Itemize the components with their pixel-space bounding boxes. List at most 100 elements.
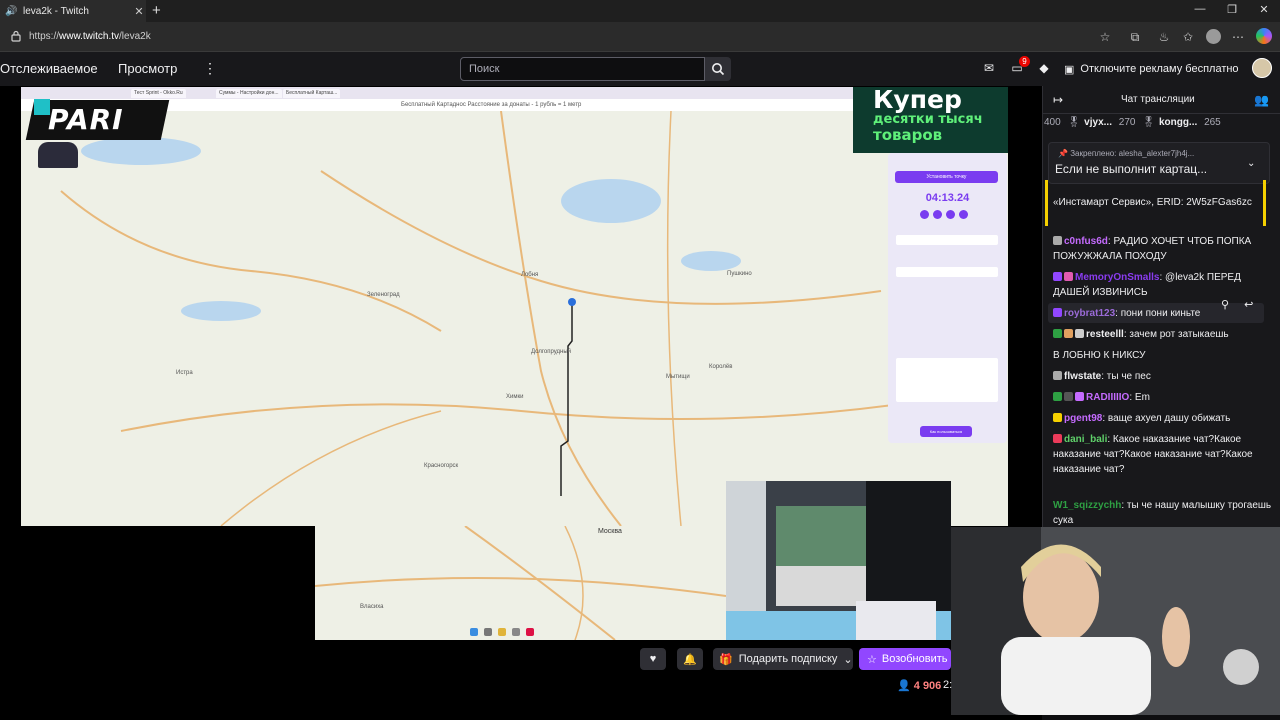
- nav-following[interactable]: Отслеживаемое: [0, 61, 98, 76]
- close-tab-icon[interactable]: ✕: [132, 5, 146, 18]
- user-avatar[interactable]: [1252, 58, 1272, 78]
- tab-title: leva2k - Twitch: [23, 5, 89, 17]
- chat-message: c0nfus6d: РАДИО ХОЧЕТ ЧТОБ ПОПКА ПОЖУЖЖА…: [1053, 236, 1252, 262]
- browser-tab[interactable]: 🔊 leva2k - Twitch ✕: [0, 0, 146, 22]
- extensions-icon[interactable]: ⧉: [1127, 29, 1143, 45]
- chat-title: Чат трансляции: [1121, 94, 1195, 105]
- captured-tab: Суммы - Настройки дон...: [216, 89, 282, 98]
- chat-username[interactable]: roybrat123: [1064, 308, 1115, 319]
- chat-message: В ЛОБНЮ К НИКСУ: [1053, 348, 1275, 363]
- message-actions: ⚲ ↩: [1221, 298, 1253, 311]
- chat-message: RADIIIIIO: Em: [1053, 390, 1275, 405]
- user-badge-icon: [1053, 236, 1062, 245]
- twitch-top-nav: Отслеживаемое Просмотр ⋮ Поиск ✉ ▭ 9 ◆ ▣…: [0, 52, 1280, 86]
- map-label-moscow: Москва: [598, 528, 622, 535]
- chat-username[interactable]: MemoryOnSmalls: [1075, 272, 1159, 283]
- map-graphic: [21, 111, 1008, 526]
- collapse-chat-icon[interactable]: ↦: [1053, 93, 1063, 107]
- map-label: Мытищи: [666, 374, 690, 380]
- bell-icon: 🔔: [683, 653, 697, 666]
- close-window-icon[interactable]: ✕: [1256, 3, 1272, 16]
- nav-browse[interactable]: Просмотр: [118, 61, 177, 76]
- search-input[interactable]: Поиск: [460, 57, 705, 81]
- chat-username[interactable]: resteelll: [1086, 329, 1124, 340]
- adfree-label: Отключите рекламу бесплатно: [1080, 63, 1239, 75]
- search-button[interactable]: [705, 57, 731, 81]
- sub-badge-icon: [1053, 272, 1062, 281]
- pinned-text: Если не выполнит картац...: [1055, 162, 1208, 176]
- banana-badge-icon: [1053, 413, 1062, 422]
- mute-badge-icon: [1075, 329, 1084, 338]
- gifter-badge-icon: 🎖: [1067, 117, 1081, 128]
- url-field[interactable]: https://www.twitch.tv/leva2k: [29, 31, 151, 42]
- minimize-icon[interactable]: —: [1192, 3, 1208, 15]
- chat-message: flwstate: ты че пес: [1053, 369, 1275, 384]
- profile-avatar[interactable]: [1206, 29, 1221, 44]
- notification-count-badge: 9: [1019, 56, 1030, 67]
- map-label: Красногорск: [424, 463, 459, 469]
- expand-pinned-icon[interactable]: ⌄: [1247, 158, 1255, 169]
- pari-mascot: [38, 142, 78, 168]
- gift-icon: 🎁: [719, 653, 733, 666]
- pari-logo: PARI: [48, 103, 124, 136]
- gift-sub-button[interactable]: 🎁 Подарить подписку ⌄: [713, 648, 853, 670]
- gifter-name[interactable]: kongg...: [1159, 117, 1197, 128]
- adfree-button[interactable]: ▣ Отключите рекламу бесплатно: [1064, 58, 1239, 80]
- reply-icon[interactable]: ↩: [1244, 299, 1253, 311]
- chat-message: W1_sqizzychh: ты че нашу малышку трогаеш…: [1053, 500, 1272, 526]
- chat-message: «Инстамарт Сервис», ERID: 2W5zFGas6zc: [1053, 195, 1275, 210]
- browser-tabbar: 🔊 leva2k - Twitch ✕ + — ❐ ✕: [0, 0, 1280, 22]
- streamer-webcam-image: [951, 527, 1280, 715]
- chat-username[interactable]: W1_sqizzychh: [1053, 500, 1121, 511]
- arm-badge-icon: [1064, 329, 1073, 338]
- map-graphic-lower: [315, 526, 726, 640]
- panel-field: [896, 235, 998, 245]
- bits-icon[interactable]: ◆: [1036, 61, 1052, 77]
- message-text: зачем рот затыкаешь: [1129, 329, 1229, 340]
- inbox-icon[interactable]: ✉: [981, 61, 997, 77]
- chat-message: pgent98: ваще ахуел дашу обижать: [1053, 411, 1275, 426]
- map-label: Власиха: [360, 604, 384, 610]
- more-menu-icon[interactable]: ⋯: [1230, 29, 1246, 45]
- speaker-icon[interactable]: 🔊: [5, 6, 17, 17]
- new-tab-button[interactable]: +: [152, 2, 161, 19]
- pin-message-icon[interactable]: ⚲: [1221, 299, 1229, 311]
- room-camera: [726, 481, 951, 640]
- gift-sub-label: Подарить подписку: [738, 653, 838, 665]
- panel-list: [896, 358, 998, 402]
- uptime: 2:: [943, 679, 953, 691]
- gifter-badge-icon: 🎖: [1142, 117, 1155, 128]
- map-label: Пушкино: [727, 271, 752, 277]
- gifter-count: 265: [1204, 117, 1221, 128]
- kuper-ad-line2: десятки тысяч: [873, 112, 983, 127]
- follow-button[interactable]: ♥: [640, 648, 666, 670]
- chat-users-icon[interactable]: 👥: [1254, 93, 1269, 107]
- chat-username[interactable]: pgent98: [1064, 413, 1102, 424]
- chat-username[interactable]: c0nfus6d: [1064, 236, 1108, 247]
- chat-message: resteelll: зачем рот затыкаешь: [1053, 327, 1275, 342]
- favorite-star-icon[interactable]: ☆: [1097, 29, 1113, 45]
- message-text: ваще ахуел дашу обижать: [1107, 413, 1231, 424]
- more-vertical-icon[interactable]: ⋮: [203, 60, 217, 77]
- room-camera-image: [726, 481, 951, 640]
- chat-message: dani_bali: Какое наказание чат?Какое нак…: [1053, 434, 1253, 475]
- gifter-count: 270: [1118, 117, 1136, 128]
- chat-username[interactable]: RADIIIIIO: [1086, 392, 1129, 403]
- favorites-icon[interactable]: ✩: [1180, 29, 1196, 45]
- notifications-toggle-button[interactable]: 🔔: [677, 648, 703, 670]
- copilot-icon[interactable]: [1256, 28, 1272, 44]
- subscribe-button[interactable]: ☆ Возобновить: [859, 648, 951, 670]
- gifter-name[interactable]: vjyx...: [1084, 117, 1112, 128]
- kuper-ad-title: Купер: [873, 85, 962, 114]
- how-to-use-button: Как пользоваться: [920, 426, 972, 437]
- heart-icon: ♥: [649, 653, 657, 665]
- browser-essentials-icon[interactable]: ♨: [1156, 29, 1172, 45]
- maximize-icon[interactable]: ❐: [1224, 3, 1240, 16]
- verified-badge-icon: [1053, 329, 1062, 338]
- subscribe-label: Возобновить: [881, 653, 948, 665]
- timer-controls: [920, 210, 972, 220]
- chat-username[interactable]: flwstate: [1064, 371, 1101, 382]
- chat-username[interactable]: dani_bali: [1064, 434, 1107, 445]
- verified-badge-icon: [1053, 392, 1062, 401]
- lock-icon[interactable]: [10, 30, 22, 42]
